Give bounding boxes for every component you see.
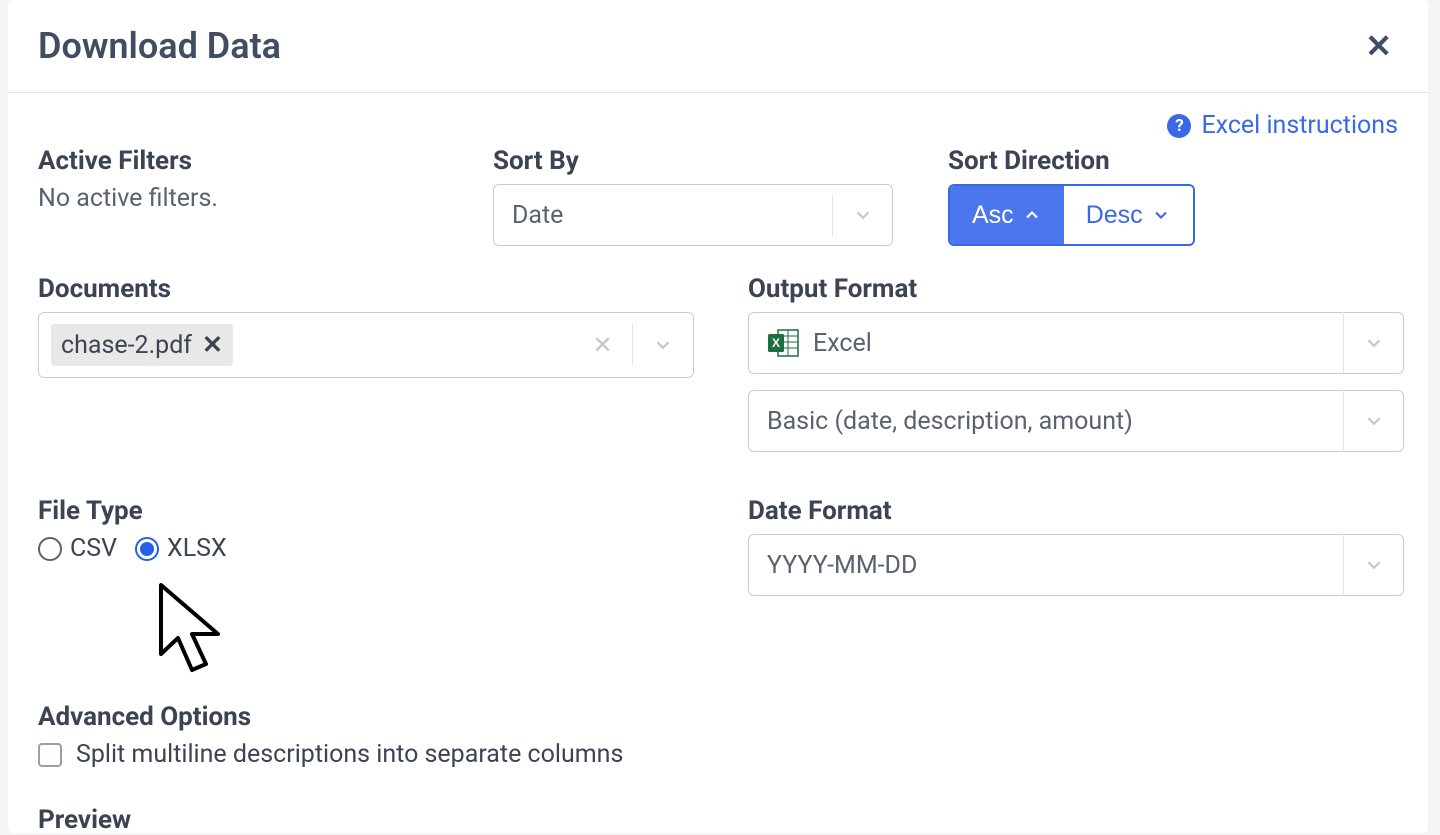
clear-all-icon[interactable]: ✕	[573, 324, 633, 366]
sort-desc-label: Desc	[1086, 201, 1143, 230]
sort-asc-label: Asc	[972, 201, 1014, 230]
document-tag-name: chase-2.pdf	[61, 331, 192, 360]
output-format-template-value: Basic (date, description, amount)	[749, 407, 1343, 436]
active-filters-label: Active Filters	[38, 146, 493, 176]
documents-label: Documents	[38, 274, 748, 304]
row-documents-output: Documents chase-2.pdf ✕ ✕ Output Format	[38, 274, 1398, 468]
sort-by-section: Sort By Date	[493, 146, 948, 246]
split-multiline-label: Split multiline descriptions into separa…	[76, 740, 623, 769]
chevron-down-icon	[1343, 534, 1403, 596]
chevron-up-icon	[1022, 205, 1042, 225]
svg-text:X: X	[772, 336, 780, 350]
chevron-down-icon	[1343, 312, 1403, 374]
radio-label: CSV	[70, 534, 117, 563]
help-link-label: Excel instructions	[1201, 111, 1398, 140]
sort-desc-button[interactable]: Desc	[1064, 186, 1193, 244]
preview-section: Preview	[38, 805, 1398, 835]
excel-icon: X	[767, 327, 799, 359]
modal-header: Download Data ✕	[8, 0, 1428, 93]
close-icon: ✕	[1365, 28, 1392, 64]
date-format-label: Date Format	[748, 496, 1404, 526]
file-type-section: File Type CSV XLSX	[38, 496, 748, 596]
date-format-select[interactable]: YYYY-MM-DD	[748, 534, 1404, 596]
active-filters-section: Active Filters No active filters.	[38, 146, 493, 246]
date-format-section: Date Format YYYY-MM-DD	[748, 496, 1404, 596]
sort-by-value: Date	[494, 201, 832, 230]
file-type-label: File Type	[38, 496, 748, 526]
radio-icon	[38, 537, 62, 561]
document-tag: chase-2.pdf ✕	[51, 324, 233, 366]
advanced-options-section: Advanced Options Split multiline descrip…	[38, 702, 1398, 769]
sort-direction-section: Sort Direction Asc Desc	[948, 146, 1398, 246]
output-format-section: Output Format X	[748, 274, 1404, 468]
sort-by-label: Sort By	[493, 146, 948, 176]
advanced-options-label: Advanced Options	[38, 702, 1398, 732]
row-filters-sort: Active Filters No active filters. Sort B…	[38, 146, 1398, 246]
file-type-xlsx-radio[interactable]: XLSX	[135, 534, 227, 563]
chevron-down-icon	[1151, 205, 1171, 225]
tag-remove-icon[interactable]: ✕	[202, 330, 223, 360]
modal-title: Download Data	[38, 25, 281, 67]
file-type-radio-group: CSV XLSX	[38, 534, 748, 563]
sort-direction-toggle: Asc Desc	[948, 184, 1195, 246]
sort-direction-label: Sort Direction	[948, 146, 1398, 176]
help-icon: ?	[1167, 114, 1191, 138]
download-data-modal: Download Data ✕ ? Excel instructions Act…	[8, 0, 1428, 833]
file-type-csv-radio[interactable]: CSV	[38, 534, 117, 563]
output-format-template-select[interactable]: Basic (date, description, amount)	[748, 390, 1404, 452]
active-filters-status: No active filters.	[38, 184, 493, 213]
documents-select[interactable]: chase-2.pdf ✕ ✕	[38, 312, 694, 378]
radio-icon	[135, 537, 159, 561]
checkbox-icon[interactable]	[38, 743, 62, 767]
split-multiline-option[interactable]: Split multiline descriptions into separa…	[38, 740, 1398, 769]
output-format-type-select[interactable]: X Excel	[748, 312, 1404, 374]
modal-body: ? Excel instructions Active Filters No a…	[8, 93, 1428, 835]
output-format-type-value: Excel	[813, 329, 872, 358]
sort-asc-button[interactable]: Asc	[950, 186, 1064, 244]
sort-by-select[interactable]: Date	[493, 184, 893, 246]
date-format-value: YYYY-MM-DD	[749, 551, 1343, 580]
preview-label: Preview	[38, 805, 1398, 835]
chevron-down-icon	[633, 324, 693, 366]
chevron-down-icon	[832, 194, 892, 236]
radio-label: XLSX	[167, 534, 227, 563]
help-link-row: ? Excel instructions	[38, 111, 1398, 140]
row-filetype-dateformat: File Type CSV XLSX Date Format YYYY-MM-D…	[38, 496, 1398, 596]
documents-section: Documents chase-2.pdf ✕ ✕	[38, 274, 748, 468]
excel-instructions-link[interactable]: ? Excel instructions	[1167, 111, 1398, 140]
output-format-label: Output Format	[748, 274, 1404, 304]
close-button[interactable]: ✕	[1359, 30, 1398, 62]
chevron-down-icon	[1343, 390, 1403, 452]
